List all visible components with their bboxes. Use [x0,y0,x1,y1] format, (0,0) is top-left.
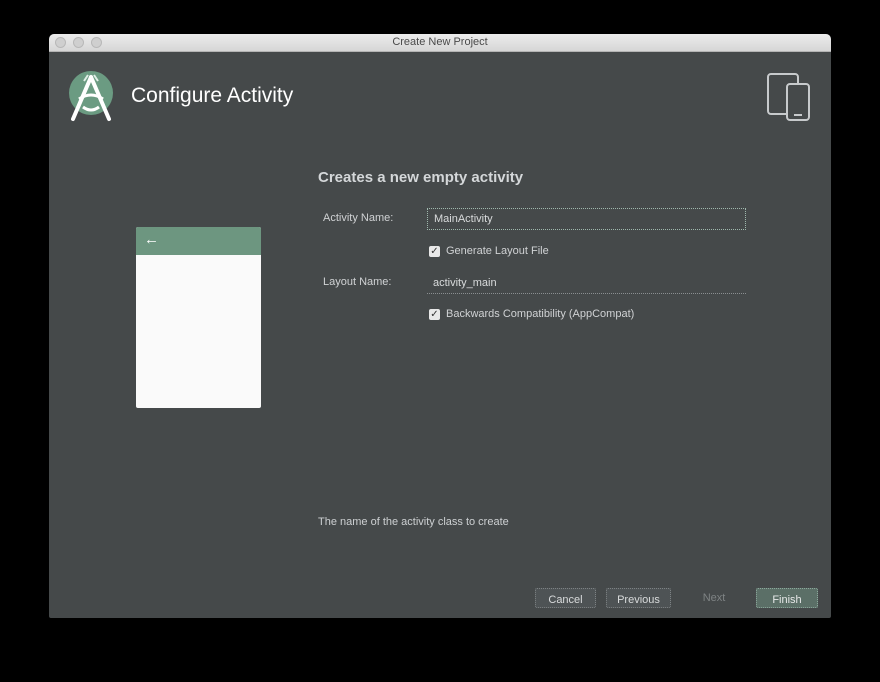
create-project-window: Create New Project Configure Activity Cr… [49,34,831,618]
activity-preview: ← [136,227,261,408]
next-button[interactable]: Next [694,588,734,608]
preview-app-bar: ← [136,227,261,255]
layout-name-field[interactable] [427,272,746,294]
window-title: Create New Project [392,36,488,48]
android-studio-logo-icon [69,71,113,121]
activity-name-label: Activity Name: [323,212,394,224]
generate-layout-label: Generate Layout File [446,245,549,257]
activity-name-field[interactable] [427,208,746,230]
form-subtitle: Creates a new empty activity [318,169,524,186]
backwards-compat-label: Backwards Compatibility (AppCompat) [446,308,635,320]
page-title: Configure Activity [131,84,294,107]
help-text: The name of the activity class to create [318,516,509,528]
title-bar: Create New Project [49,34,831,52]
backwards-compat-checkbox[interactable]: ✓ [429,309,440,320]
generate-layout-checkbox[interactable]: ✓ [429,246,440,257]
layout-name-label: Layout Name: [323,276,392,288]
previous-button[interactable]: Previous [606,588,671,608]
arrow-left-icon: ← [144,231,159,248]
cancel-button[interactable]: Cancel [535,588,596,608]
devices-icon [767,73,810,121]
finish-button[interactable]: Finish [756,588,818,608]
